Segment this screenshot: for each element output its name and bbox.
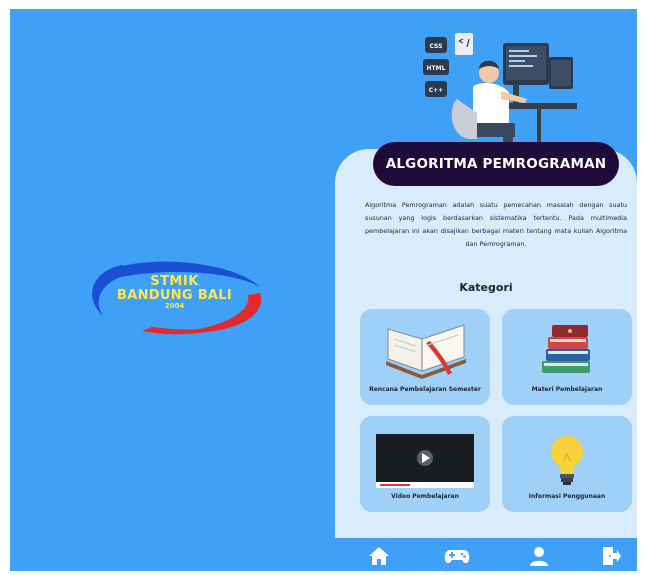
category-label: Video Pembelajaran	[391, 493, 459, 500]
nav-games-button[interactable]	[443, 544, 471, 568]
category-card-materi[interactable]: Materi Pembelajaran	[502, 309, 632, 405]
gamepad-icon	[444, 550, 470, 563]
logo-line1: STMIK	[150, 274, 199, 289]
nav-logout-button[interactable]	[597, 544, 625, 568]
section-title: Kategori	[459, 281, 513, 294]
app-home-screen: CSS HTML C++ ALGORITMA PEMROGRAMAN Algor…	[335, 9, 637, 571]
category-label: Materi Pembelajaran	[531, 386, 603, 393]
logo-year: 2004	[164, 302, 185, 311]
category-card-rps[interactable]: Rencana Pembelajaran Semester	[360, 309, 490, 405]
css-badge: CSS	[430, 43, 443, 50]
programmer-illustration: CSS HTML C++	[417, 29, 579, 157]
app-description: Algoritma Pemrograman adalah suatu pemec…	[365, 201, 627, 248]
stmik-logo: STMIK BANDUNG BALI 2004	[82, 257, 267, 337]
nav-profile-button[interactable]	[525, 544, 553, 568]
book-stack-icon	[502, 309, 632, 389]
user-icon	[530, 547, 548, 566]
light-bulb-icon	[502, 416, 632, 496]
open-book-icon	[360, 309, 490, 389]
cpp-badge: C++	[429, 87, 443, 94]
category-card-video[interactable]: Video Pembelajaran	[360, 416, 490, 512]
logout-icon	[603, 547, 621, 565]
logo-line2: BANDUNG BALI	[117, 287, 232, 303]
splash-screen: STMIK BANDUNG BALI 2004	[10, 9, 335, 571]
category-card-info[interactable]: Informasi Penggunaan	[502, 416, 632, 512]
category-label: Rencana Pembelajaran Semester	[369, 386, 481, 393]
html-badge: HTML	[427, 65, 446, 72]
page-title: ALGORITMA PEMROGRAMAN	[373, 142, 619, 186]
nav-home-button[interactable]	[365, 544, 393, 568]
category-label: Informasi Penggunaan	[528, 493, 606, 500]
home-icon	[369, 547, 389, 565]
bottom-nav	[335, 538, 637, 571]
video-player-icon	[360, 416, 490, 496]
